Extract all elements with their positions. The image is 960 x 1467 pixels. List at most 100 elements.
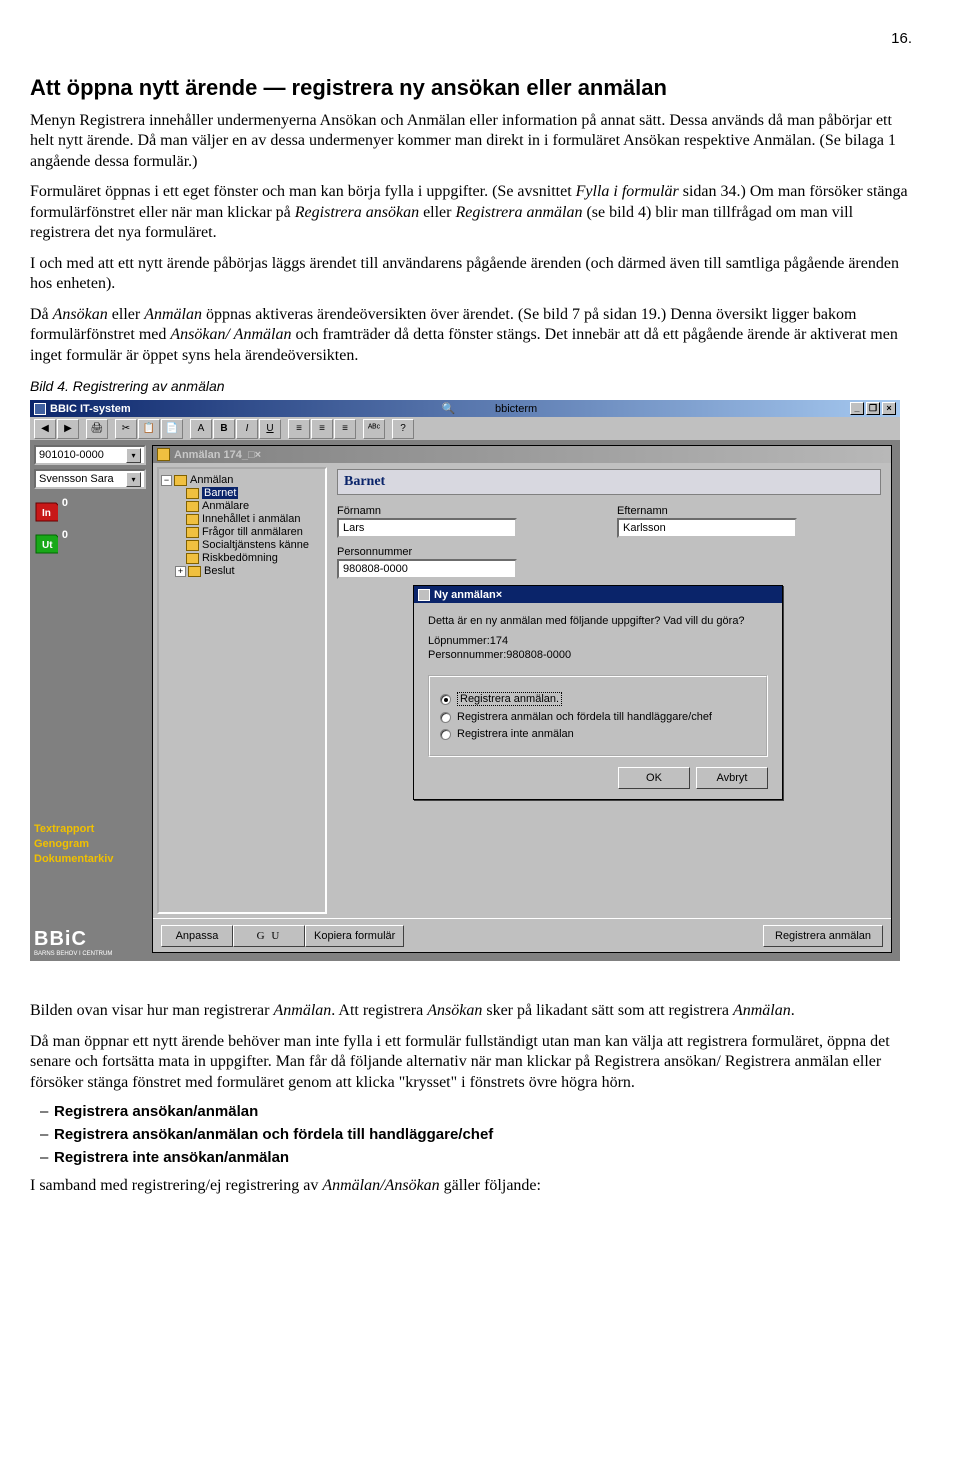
register-dialog: Ny anmälan × Detta är en ny anmälan med … <box>413 585 783 800</box>
field-label: Efternamn <box>617 505 881 517</box>
svg-text:Ut: Ut <box>42 540 53 551</box>
name-combo[interactable]: Svensson Sara▾ <box>34 469 146 489</box>
field-label: Personnummer <box>337 546 881 558</box>
page-icon <box>186 514 199 525</box>
bbic-logo-subtitle: BARNS BEHOV I CENTRUM <box>34 951 146 957</box>
sidebar-link-textrapport[interactable]: Textrapport <box>34 823 146 835</box>
sidebar-link-genogram[interactable]: Genogram <box>34 838 146 850</box>
sidebar-link-dokumentarkiv[interactable]: Dokumentarkiv <box>34 853 146 865</box>
radio-option[interactable]: Registrera anmälan. <box>440 692 756 706</box>
toolbar: ◀ ▶ 🖨 ✂ 📋 📄 A B I U ≡ ≡ ≡ ᴬᴮᶜ ? <box>30 417 900 441</box>
help-button[interactable]: ? <box>392 419 414 439</box>
dialog-question: Detta är en ny anmälan med följande uppg… <box>428 615 768 627</box>
form-tree: −Anmälan Barnet Anmälare Innehållet i an… <box>157 467 327 914</box>
bullet-item: –Registrera inte ansökan/anmälan <box>40 1149 912 1166</box>
page-number: 16. <box>30 30 912 47</box>
align-right-button[interactable]: ≡ <box>334 419 356 439</box>
spellcheck-button[interactable]: ᴬᴮᶜ <box>363 419 385 439</box>
print-button[interactable]: 🖨 <box>86 419 108 439</box>
nav-forward-button[interactable]: ▶ <box>57 419 79 439</box>
paragraph: Då Ansökan eller Anmälan öppnas aktivera… <box>30 305 912 366</box>
paste-button[interactable]: 📄 <box>161 419 183 439</box>
cut-button[interactable]: ✂ <box>115 419 137 439</box>
nav-back-button[interactable]: ◀ <box>34 419 56 439</box>
registrera-button[interactable]: Registrera anmälan <box>763 925 883 947</box>
radio-icon <box>440 694 451 705</box>
radio-option[interactable]: Registrera anmälan och fördela till hand… <box>440 711 756 723</box>
dialog-info: Personnummer:980808-0000 <box>428 649 768 661</box>
tree-root[interactable]: −Anmälan <box>161 474 323 486</box>
personnummer-input[interactable]: 980808-0000 <box>337 559 517 579</box>
copy-button[interactable]: 📋 <box>138 419 160 439</box>
child-close-button[interactable]: × <box>255 449 261 461</box>
tree-item[interactable]: Socialtjänstens känne <box>161 539 323 551</box>
restore-button[interactable]: ❐ <box>866 402 880 415</box>
page-icon <box>186 488 199 499</box>
bbic-logo: BBiC <box>34 928 146 951</box>
minimize-button[interactable]: _ <box>850 402 864 415</box>
paragraph: Menyn Registrera innehåller undermenyern… <box>30 111 912 172</box>
form-bottombar: Anpassa G U Kopiera formulär Registrera … <box>153 918 891 952</box>
bullet-item: –Registrera ansökan/anmälan <box>40 1103 912 1120</box>
paragraph: I samband med registrering/ej registreri… <box>30 1176 912 1196</box>
page-icon <box>186 540 199 551</box>
app-title: BBIC IT-system <box>50 403 131 415</box>
tree-item[interactable]: +Beslut <box>161 565 323 577</box>
chevron-down-icon: ▾ <box>126 472 141 487</box>
page-title: Att öppna nytt ärende — registrera ny an… <box>30 75 912 101</box>
firstname-input[interactable]: Lars <box>337 518 517 538</box>
form-window-titlebar: Anmälan 174 _ □ × <box>153 446 891 463</box>
child-maximize-button[interactable]: □ <box>248 449 255 461</box>
chevron-down-icon: ▾ <box>126 448 141 463</box>
app-icon <box>34 403 46 415</box>
folder-icon <box>188 566 201 577</box>
section-header: Barnet <box>337 469 881 495</box>
app-titlebar: BBIC IT-system 🔍 bbicterm _ ❐ × <box>30 400 900 417</box>
terminal-label: 🔍 bbicterm <box>442 402 538 415</box>
tree-item[interactable]: Innehållet i anmälan <box>161 513 323 525</box>
inbox-icon[interactable]: In 0 <box>34 497 68 525</box>
outbox-icon[interactable]: Ut 0 <box>34 529 68 557</box>
font-a-button[interactable]: A <box>190 419 212 439</box>
italic-button[interactable]: I <box>236 419 258 439</box>
bullet-item: –Registrera ansökan/anmälan och fördela … <box>40 1126 912 1143</box>
document-icon <box>157 448 170 461</box>
bold-button[interactable]: B <box>213 419 235 439</box>
figure-caption: Bild 4. Registrering av anmälan <box>30 378 912 394</box>
dialog-options: Registrera anmälan. Registrera anmälan o… <box>428 675 768 757</box>
close-button[interactable]: × <box>882 402 896 415</box>
bullet-list: –Registrera ansökan/anmälan –Registrera … <box>40 1103 912 1166</box>
gu-button[interactable]: G U <box>233 925 305 947</box>
align-center-button[interactable]: ≡ <box>311 419 333 439</box>
dialog-icon <box>418 589 430 601</box>
page-icon <box>186 501 199 512</box>
kopiera-button[interactable]: Kopiera formulär <box>305 925 404 947</box>
tree-item[interactable]: Anmälare <box>161 500 323 512</box>
radio-icon <box>440 729 451 740</box>
folder-icon <box>174 475 187 486</box>
dialog-info: Löpnummer:174 <box>428 635 768 647</box>
embedded-screenshot: BBIC IT-system 🔍 bbicterm _ ❐ × ◀ ▶ 🖨 ✂ … <box>30 400 900 961</box>
cancel-button[interactable]: Avbryt <box>696 767 768 789</box>
page-icon <box>186 527 199 538</box>
radio-option[interactable]: Registrera inte anmälan <box>440 728 756 740</box>
align-left-button[interactable]: ≡ <box>288 419 310 439</box>
lastname-input[interactable]: Karlsson <box>617 518 797 538</box>
anpassa-button[interactable]: Anpassa <box>161 925 233 947</box>
paragraph: Bilden ovan visar hur man registrerar An… <box>30 1001 912 1021</box>
tree-item[interactable]: Frågor till anmälaren <box>161 526 323 538</box>
form-window: Anmälan 174 _ □ × −Anmälan Barnet Anmäla… <box>152 445 892 953</box>
dialog-titlebar: Ny anmälan × <box>414 586 782 603</box>
paragraph: Då man öppnar ett nytt ärende behöver ma… <box>30 1032 912 1093</box>
tree-item[interactable]: Barnet <box>161 487 323 499</box>
tree-item[interactable]: Riskbedömning <box>161 552 323 564</box>
svg-text:In: In <box>42 508 51 519</box>
radio-icon <box>440 712 451 723</box>
paragraph: I och med att ett nytt ärende påbörjas l… <box>30 254 912 295</box>
field-label: Förnamn <box>337 505 601 517</box>
underline-button[interactable]: U <box>259 419 281 439</box>
personnummer-combo[interactable]: 901010-0000▾ <box>34 445 146 465</box>
page-icon <box>186 553 199 564</box>
dialog-close-button[interactable]: × <box>496 589 502 601</box>
ok-button[interactable]: OK <box>618 767 690 789</box>
